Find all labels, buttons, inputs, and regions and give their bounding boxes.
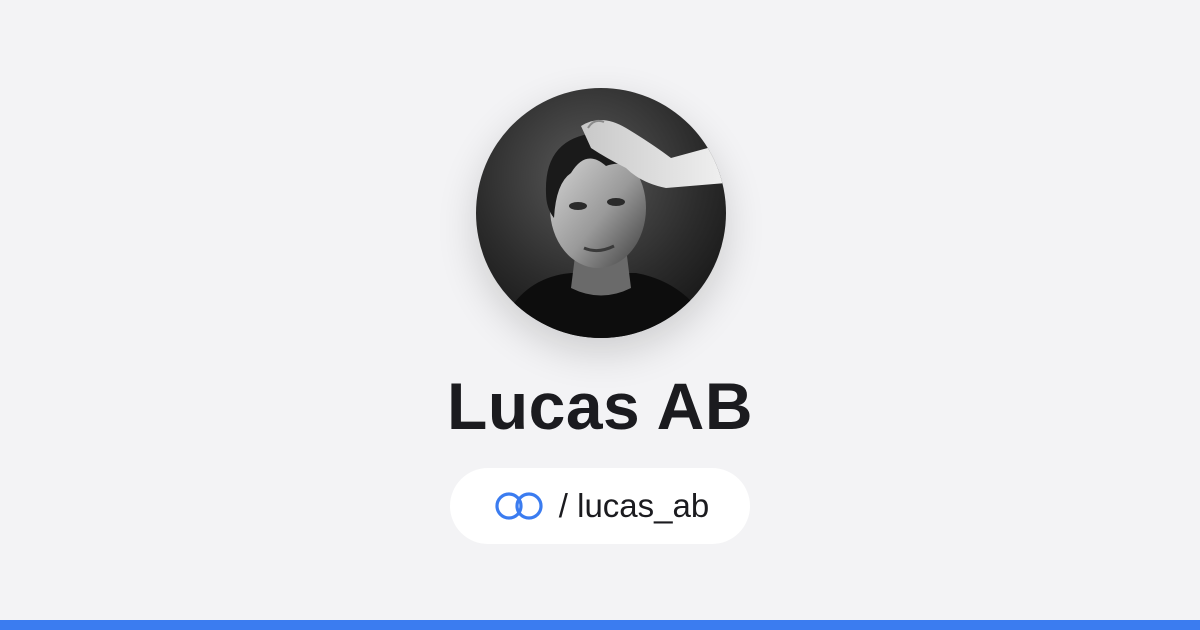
linked-rings-icon xyxy=(495,492,543,520)
profile-handle-link[interactable]: / lucas_ab xyxy=(450,468,750,544)
profile-name: Lucas AB xyxy=(447,369,753,443)
avatar-photo xyxy=(476,88,726,338)
accent-bar xyxy=(0,620,1200,630)
avatar[interactable] xyxy=(476,88,726,338)
profile-handle: / lucas_ab xyxy=(558,487,710,524)
